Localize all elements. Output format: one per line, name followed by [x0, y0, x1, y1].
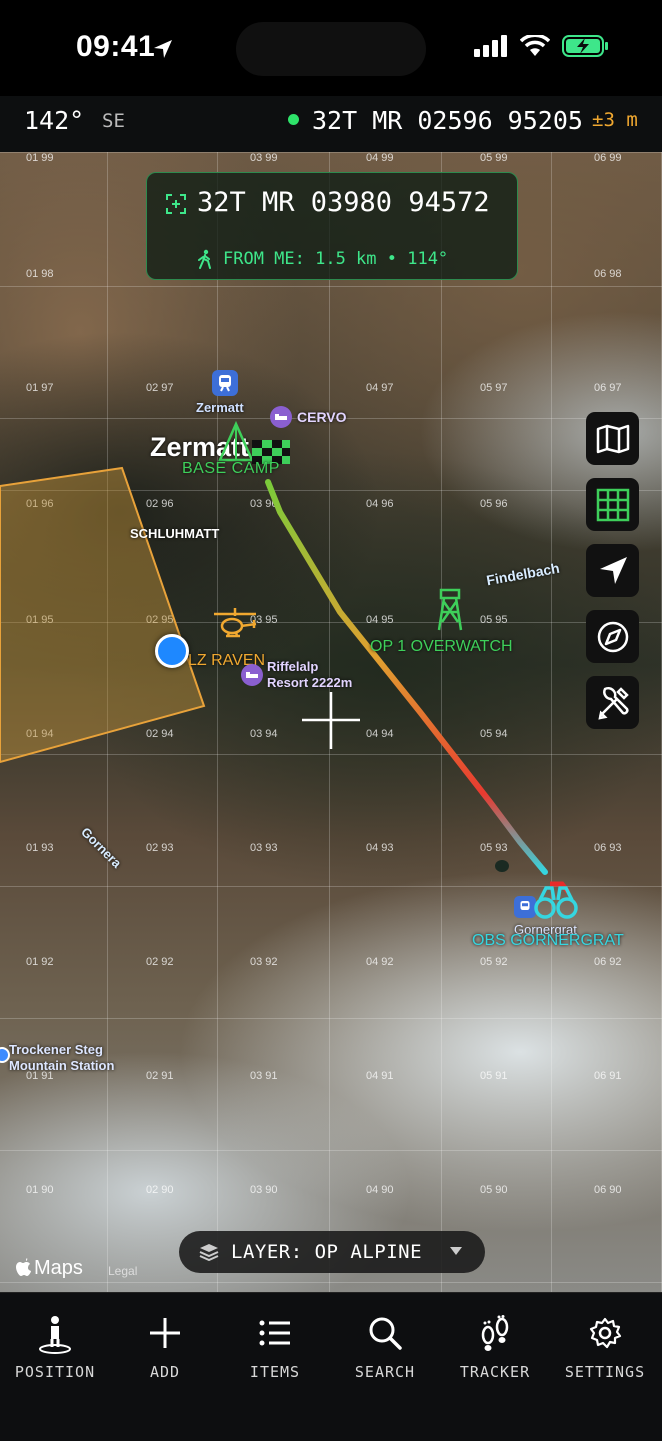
label-schluhmatt: SCHLUHMATT: [130, 526, 220, 541]
tools-icon: [597, 686, 629, 720]
watchtower-icon[interactable]: [436, 588, 464, 632]
gps-coordinate: 32T MR 02596 95205: [312, 106, 583, 135]
layer-label: LAYER: OP ALPINE: [231, 1241, 423, 1263]
label-zermatt-station: Zermatt: [196, 400, 244, 415]
tab-label: SETTINGS: [564, 1363, 646, 1381]
compass-button[interactable]: [586, 610, 639, 663]
label-op1-overwatch: OP 1 OVERWATCH: [370, 638, 513, 655]
heading-value: 142°: [24, 106, 85, 135]
tab-label: ADD: [149, 1363, 181, 1381]
location-arrow-icon: [599, 556, 627, 584]
layer-selector[interactable]: LAYER: OP ALPINE: [179, 1231, 485, 1273]
label-trockener-steg: Trockener Steg: [9, 1042, 103, 1057]
signal-icon: [474, 35, 507, 57]
tab-add[interactable]: ADD: [110, 1315, 220, 1385]
helicopter-icon[interactable]: [210, 606, 260, 644]
label-riffelalp-resort: Resort 2222m: [267, 675, 353, 690]
tab-label: SEARCH: [354, 1363, 416, 1381]
label-riffelalp: Riffelalp: [267, 659, 319, 674]
apple-logo-icon: [16, 1258, 31, 1276]
list-icon: [259, 1320, 290, 1346]
compass-icon: [597, 621, 628, 652]
dynamic-island: [236, 22, 426, 76]
map-view[interactable]: 01 99 03 99 04 99 05 99 06 99 01 98 06 98 01 97…: [0, 152, 662, 1292]
grid-toggle-button[interactable]: [586, 478, 639, 531]
label-obs-gornergrat: OBS GORNERGRAT: [472, 932, 624, 949]
crosshair-icon: [302, 692, 360, 749]
target-coordinate: 32T MR 03980 94572: [197, 187, 490, 218]
legal-link[interactable]: Legal: [108, 1264, 137, 1278]
binoculars-icon[interactable]: [532, 878, 580, 922]
label-cervo: CERVO: [297, 409, 347, 425]
tab-position[interactable]: POSITION: [0, 1315, 110, 1385]
position-icon: [39, 1316, 71, 1354]
target-coordinate-panel[interactable]: 32T MR 03980 94572 FROM ME: 1.5 km • 114…: [146, 172, 518, 280]
distance-bearing: FROM ME: 1.5 km • 114°: [223, 249, 449, 269]
search-icon: [369, 1317, 402, 1350]
train-station-icon[interactable]: [212, 370, 238, 396]
tab-settings[interactable]: SETTINGS: [550, 1315, 660, 1385]
restricted-zone: [0, 466, 206, 764]
plus-icon: [150, 1318, 180, 1348]
walking-icon: [198, 249, 211, 269]
map-icon: [596, 424, 629, 453]
locate-me-button[interactable]: [586, 544, 639, 597]
resort-icon[interactable]: [241, 664, 263, 686]
tab-tracker[interactable]: TRACKER: [440, 1315, 550, 1385]
layers-icon: [199, 1244, 219, 1261]
tab-items[interactable]: ITEMS: [220, 1315, 330, 1385]
label-base-camp: BASE CAMP: [182, 460, 280, 477]
wifi-icon: [520, 35, 550, 56]
status-time: 09:41: [76, 30, 156, 63]
maps-attribution: Maps: [34, 1257, 83, 1279]
lake-marker: [495, 860, 509, 872]
gps-header: 142° SE 32T MR 02596 95205 ±3 m: [0, 96, 662, 152]
status-icons: [474, 34, 610, 58]
tools-button[interactable]: [586, 676, 639, 729]
map-overlay: [0, 466, 548, 875]
tab-search[interactable]: SEARCH: [330, 1315, 440, 1385]
current-location-dot[interactable]: [155, 634, 189, 668]
status-bar: 09:41: [0, 0, 662, 96]
gear-icon: [589, 1317, 622, 1349]
battery-icon: [562, 35, 608, 57]
tab-label: TRACKER: [459, 1363, 531, 1381]
gps-status-dot: [288, 114, 299, 125]
gps-accuracy: ±3 m: [592, 109, 638, 131]
chevron-down-icon: [450, 1247, 462, 1255]
label-mountain-station: Mountain Station: [9, 1058, 115, 1073]
tab-label: ITEMS: [249, 1363, 301, 1381]
tab-bar: POSITION ADD ITEMS SEARCH TRACKER SETTIN…: [0, 1292, 662, 1441]
footprints-icon: [481, 1315, 509, 1351]
location-services-icon: [154, 40, 172, 58]
map-style-button[interactable]: [586, 412, 639, 465]
tab-label: POSITION: [14, 1363, 96, 1381]
heading-direction: SE: [102, 110, 125, 132]
target-icon: [166, 194, 186, 214]
grid-icon: [596, 488, 629, 521]
